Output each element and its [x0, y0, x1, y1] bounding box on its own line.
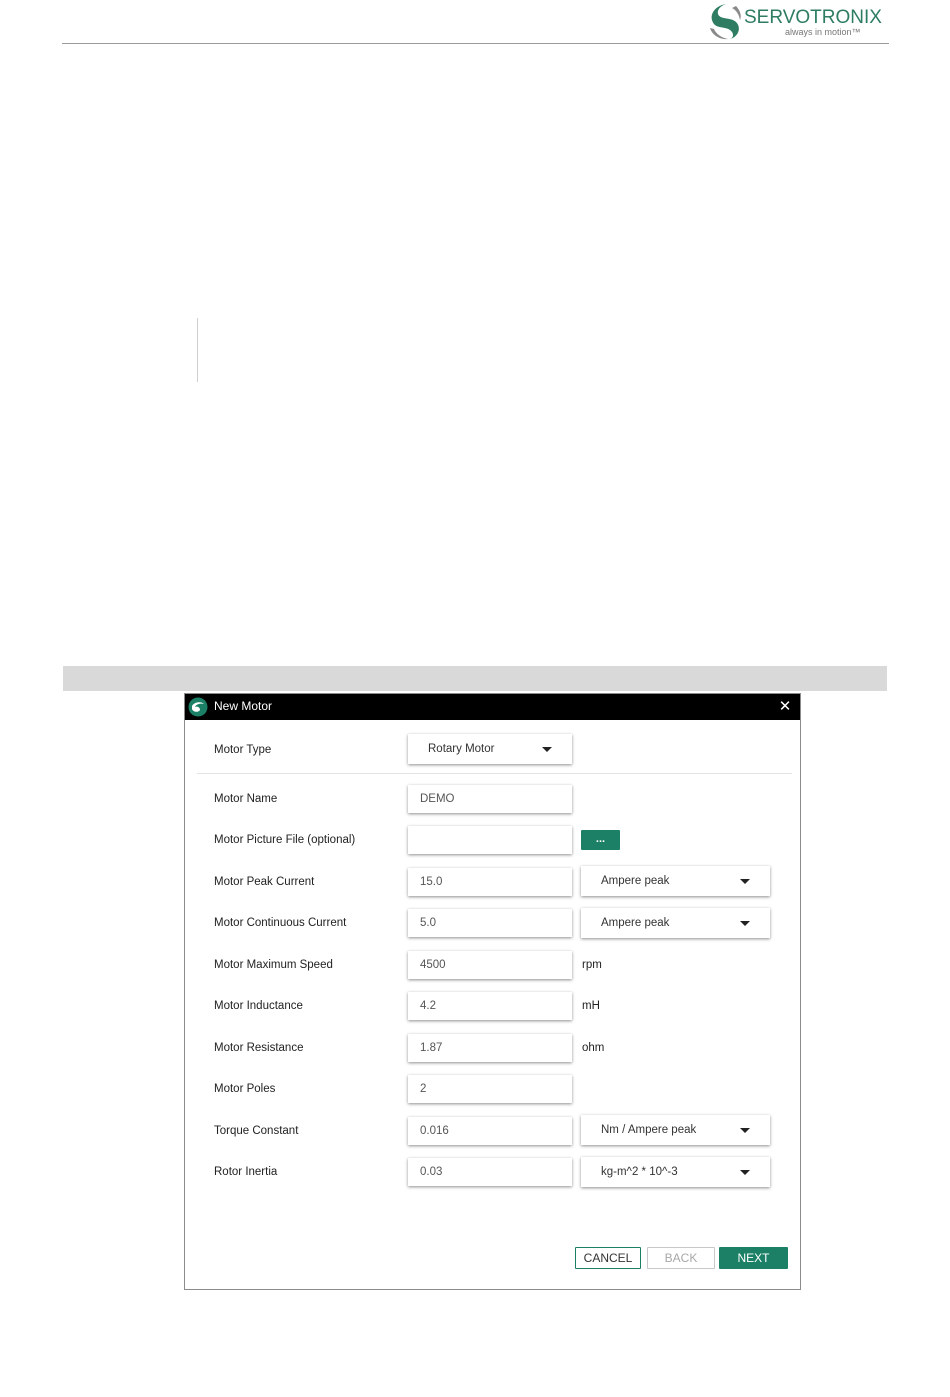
resistance-unit: ohm — [582, 1042, 605, 1054]
caption-band — [63, 666, 887, 691]
resistance-label: Motor Resistance — [214, 1042, 304, 1054]
inductance-unit: mH — [582, 1000, 600, 1012]
rotor-inertia-input[interactable]: 0.03 — [408, 1158, 572, 1186]
continuous-current-label: Motor Continuous Current — [214, 917, 347, 929]
poles-label: Motor Poles — [214, 1083, 276, 1095]
brand-name: SERVOTRONIX — [744, 7, 882, 28]
torque-constant-label: Torque Constant — [214, 1125, 299, 1137]
motor-picture-input[interactable] — [408, 826, 572, 854]
chevron-down-icon — [740, 879, 750, 884]
peak-current-input[interactable]: 15.0 — [408, 868, 572, 896]
peak-current-unit-value: Ampere peak — [601, 875, 670, 887]
chevron-down-icon — [740, 1128, 750, 1133]
section-divider — [197, 773, 792, 774]
max-speed-input[interactable]: 4500 — [408, 951, 572, 979]
close-button[interactable]: ✕ — [776, 697, 794, 717]
new-motor-dialog: New Motor ✕ Motor Type Rotary Motor Moto… — [184, 693, 801, 1290]
app-logo-icon — [188, 697, 208, 717]
chevron-down-icon — [740, 1170, 750, 1175]
motor-name-label: Motor Name — [214, 793, 278, 805]
peak-current-label: Motor Peak Current — [214, 876, 315, 888]
browse-button[interactable]: ... — [581, 830, 620, 850]
continuous-current-unit-value: Ampere peak — [601, 917, 670, 929]
peak-current-unit-select[interactable]: Ampere peak — [581, 866, 770, 896]
next-button[interactable]: NEXT — [719, 1247, 788, 1269]
inductance-input[interactable]: 4.2 — [408, 992, 572, 1020]
brand-tagline: always in motion™ — [785, 27, 861, 37]
rotor-inertia-label: Rotor Inertia — [214, 1166, 278, 1178]
inductance-label: Motor Inductance — [214, 1000, 303, 1012]
rotor-inertia-unit-select[interactable]: kg-m^2 * 10^-3 — [581, 1157, 770, 1187]
continuous-current-unit-select[interactable]: Ampere peak — [581, 908, 770, 938]
chevron-down-icon — [542, 747, 552, 752]
torque-constant-unit-select[interactable]: Nm / Ampere peak — [581, 1115, 770, 1145]
dialog-title: New Motor — [214, 699, 273, 713]
back-button[interactable]: BACK — [647, 1247, 715, 1269]
vertical-rule — [197, 318, 198, 382]
continuous-current-input[interactable]: 5.0 — [408, 909, 572, 937]
motor-picture-label: Motor Picture File (optional) — [214, 834, 356, 846]
chevron-down-icon — [740, 921, 750, 926]
header-divider — [62, 43, 889, 44]
torque-constant-input[interactable]: 0.016 — [408, 1117, 572, 1145]
dialog-titlebar: New Motor ✕ — [185, 694, 800, 720]
cancel-button[interactable]: CANCEL — [575, 1247, 641, 1269]
motor-type-select[interactable]: Rotary Motor — [408, 734, 572, 764]
torque-constant-unit-value: Nm / Ampere peak — [601, 1124, 697, 1136]
poles-input[interactable]: 2 — [408, 1075, 572, 1103]
motor-type-value: Rotary Motor — [428, 743, 495, 755]
max-speed-unit: rpm — [582, 959, 602, 971]
servotronix-swirl-icon — [710, 4, 741, 40]
max-speed-label: Motor Maximum Speed — [214, 959, 333, 971]
motor-type-label: Motor Type — [214, 744, 272, 756]
servotronix-logo: SERVOTRONIX always in motion™ — [706, 2, 882, 40]
motor-name-input[interactable]: DEMO — [408, 785, 572, 813]
rotor-inertia-unit-value: kg-m^2 * 10^-3 — [601, 1166, 678, 1178]
resistance-input[interactable]: 1.87 — [408, 1034, 572, 1062]
